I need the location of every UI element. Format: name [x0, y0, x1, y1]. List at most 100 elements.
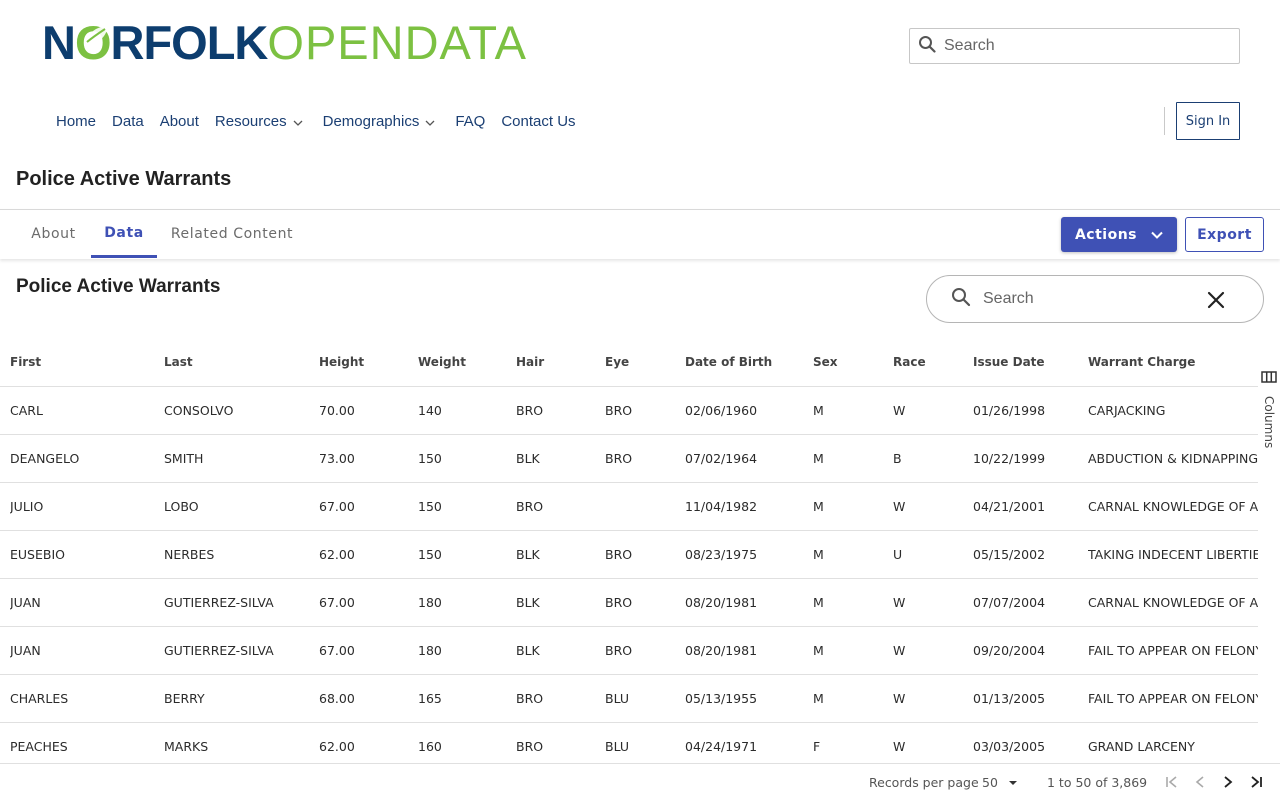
site-search-input[interactable] [944, 37, 1214, 55]
table-cell: 11/04/1982 [685, 499, 758, 514]
table-cell: M [813, 499, 824, 514]
table-cell: CARNAL KNOWLEDGE OF A C [1088, 499, 1258, 514]
nav-data[interactable]: Data [112, 113, 144, 130]
chevron-down-icon [425, 113, 435, 130]
table-cell: BERRY [164, 691, 205, 706]
column-header[interactable]: First [10, 339, 160, 386]
table-cell: 67.00 [319, 643, 355, 658]
column-header[interactable]: Hair [516, 339, 601, 386]
table-cell: 02/06/1960 [685, 403, 758, 418]
sign-in-button[interactable]: Sign In [1176, 102, 1240, 140]
column-header[interactable]: Sex [813, 339, 889, 386]
previous-page-icon[interactable] [1192, 774, 1208, 790]
actions-button-label: Actions [1074, 226, 1138, 243]
table-cell: GUTIERREZ-SILVA [164, 643, 274, 658]
column-header[interactable]: Last [164, 339, 314, 386]
page-size-select[interactable]: 50 [982, 775, 1018, 790]
table-cell: W [893, 691, 906, 706]
table-cell: 62.00 [319, 739, 355, 754]
table-cell: 05/13/1955 [685, 691, 758, 706]
first-page-icon[interactable] [1164, 774, 1180, 790]
table-cell: CONSOLVO [164, 403, 234, 418]
nav-about[interactable]: About [160, 113, 199, 130]
nav-data-label: Data [112, 112, 144, 130]
nav-divider [1164, 107, 1165, 135]
next-page-icon[interactable] [1220, 774, 1236, 790]
table-search-box[interactable] [926, 275, 1264, 323]
table-cell: DEANGELO [10, 451, 80, 466]
main-nav: Home Data About Resources Demographics F… [56, 110, 592, 132]
column-header[interactable]: Height [319, 339, 414, 386]
columns-label: Columns [1262, 396, 1276, 449]
export-button[interactable]: Export [1185, 217, 1264, 252]
table-header-row: First Last Height Weight Hair Eye Date o… [0, 339, 1258, 387]
column-header[interactable]: Race [893, 339, 969, 386]
logo-leaf-icon: O [75, 15, 112, 70]
table-cell: 67.00 [319, 499, 355, 514]
table-cell: BLK [516, 595, 540, 610]
table-cell: 150 [418, 499, 442, 514]
table-cell: JULIO [10, 499, 44, 514]
chevron-down-icon [293, 113, 303, 130]
columns-panel-toggle[interactable]: Columns [1258, 370, 1280, 460]
tab-about[interactable]: About [16, 210, 91, 258]
last-page-icon[interactable] [1248, 774, 1264, 790]
table-cell: JUAN [10, 595, 41, 610]
table-cell: BLU [605, 691, 630, 706]
table-cell: CHARLES [10, 691, 69, 706]
table-cell: 09/20/2004 [973, 643, 1046, 658]
nav-resources[interactable]: Resources [215, 113, 307, 130]
table-cell: BRO [516, 739, 544, 754]
column-header[interactable]: Warrant Charge [1088, 339, 1258, 386]
table-row[interactable]: EUSEBIO NERBES 62.00 150 BLK BRO 08/23/1… [0, 531, 1258, 579]
nav-demographics-label: Demographics [322, 112, 420, 130]
site-logo[interactable]: NORFOLK OPENDATA [42, 14, 527, 70]
column-header[interactable]: Eye [605, 339, 681, 386]
table-pager: Records per page 50 1 to 50 of 3,869 [0, 763, 1280, 800]
table-row[interactable]: CARL CONSOLVO 70.00 140 BRO BRO 02/06/19… [0, 387, 1258, 435]
table-cell: 165 [418, 691, 442, 706]
nav-demographics[interactable]: Demographics [323, 113, 440, 130]
table-cell: 08/20/1981 [685, 595, 758, 610]
table-cell: B [893, 451, 902, 466]
table-row[interactable]: DEANGELO SMITH 73.00 150 BLK BRO 07/02/1… [0, 435, 1258, 483]
table-cell: BRO [516, 403, 544, 418]
table-row[interactable]: CHARLES BERRY 68.00 165 BRO BLU 05/13/19… [0, 675, 1258, 723]
dataset-title: Police Active Warrants [16, 276, 221, 297]
table-cell: W [893, 403, 906, 418]
table-cell: BRO [605, 403, 633, 418]
table-cell: PEACHES [10, 739, 68, 754]
table-row[interactable]: JUAN GUTIERREZ-SILVA 67.00 180 BLK BRO 0… [0, 627, 1258, 675]
column-header[interactable]: Date of Birth [685, 339, 810, 386]
page-size-value: 50 [982, 775, 998, 790]
table-cell: 73.00 [319, 451, 355, 466]
table-cell: 70.00 [319, 403, 355, 418]
nav-contact-us[interactable]: Contact Us [501, 113, 575, 130]
actions-button[interactable]: Actions [1061, 217, 1177, 252]
table-search-input[interactable] [983, 290, 1183, 308]
table-cell: 150 [418, 451, 442, 466]
table-row[interactable]: JUAN GUTIERREZ-SILVA 67.00 180 BLK BRO 0… [0, 579, 1258, 627]
tab-related-content[interactable]: Related Content [157, 210, 307, 258]
nav-contact-us-label: Contact Us [501, 112, 576, 130]
table-cell: 07/02/1964 [685, 451, 758, 466]
column-header[interactable]: Weight [418, 339, 513, 386]
table-cell: M [813, 403, 824, 418]
table-row[interactable]: PEACHES MARKS 62.00 160 BRO BLU 04/24/19… [0, 723, 1258, 763]
table-cell: 180 [418, 643, 442, 658]
tab-data[interactable]: Data [91, 210, 157, 258]
columns-icon [1261, 370, 1277, 388]
table-cell: W [893, 499, 906, 514]
nav-home[interactable]: Home [56, 113, 96, 130]
column-header[interactable]: Issue Date [973, 339, 1085, 386]
table-cell: GRAND LARCENY [1088, 739, 1195, 754]
table-cell: EUSEBIO [10, 547, 65, 562]
table-cell: M [813, 547, 824, 562]
table-cell: MARKS [164, 739, 209, 754]
close-icon[interactable] [1207, 291, 1225, 314]
table-cell: W [893, 739, 906, 754]
table-cell: BLK [516, 643, 540, 658]
site-search-box[interactable] [909, 28, 1240, 64]
table-row[interactable]: JULIO LOBO 67.00 150 BRO 11/04/1982 M W … [0, 483, 1258, 531]
nav-faq[interactable]: FAQ [455, 113, 485, 130]
